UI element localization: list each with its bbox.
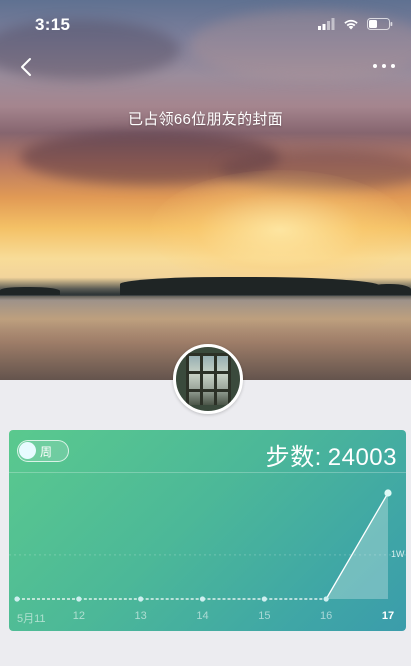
steps-value: 24003 [327,444,397,471]
x-tick-label: 14 [196,610,209,622]
chevron-left-icon [21,58,31,76]
more-dots-icon [373,64,377,68]
series-area [17,493,388,599]
status-icons [318,16,393,32]
toggle-knob [19,442,36,459]
avatar[interactable] [173,344,243,414]
x-tick-label: 5月11 [17,613,46,625]
reference-line-label: 1W [391,549,405,559]
week-toggle[interactable]: 周 [17,440,69,462]
cover-image[interactable] [0,0,411,380]
step-count-card: 周 步数: 24003 1W 5月11 12 13 14 15 16 17 [9,430,406,631]
more-button[interactable] [373,58,395,74]
data-point [14,596,20,602]
steps-label: 步数 [265,444,315,471]
x-axis-labels: 5月11 12 13 14 15 16 17 [9,610,406,626]
x-tick-label: 13 [134,610,147,622]
cover-caption: 已占领66位朋友的封面 [128,111,283,128]
data-point [199,596,206,602]
cellular-signal-icon [318,18,335,30]
status-time: 3:15 [35,15,71,34]
steps-colon: : [314,444,322,471]
data-point [261,596,267,602]
x-tick-label: 15 [258,610,271,622]
toggle-label: 周 [40,445,53,459]
step-chart [9,489,406,602]
x-tick-label: 12 [72,610,85,622]
step-count: 步数: 24003 [266,437,397,472]
back-button[interactable] [14,54,38,80]
x-tick-label: 16 [320,610,333,622]
x-tick-label: 17 [381,610,395,622]
data-point [323,596,329,602]
battery-icon [367,18,393,30]
wifi-icon [344,19,358,30]
data-point [76,596,82,602]
data-point [384,489,392,497]
data-point [138,596,144,602]
status-bar: 3:15 [0,0,411,48]
